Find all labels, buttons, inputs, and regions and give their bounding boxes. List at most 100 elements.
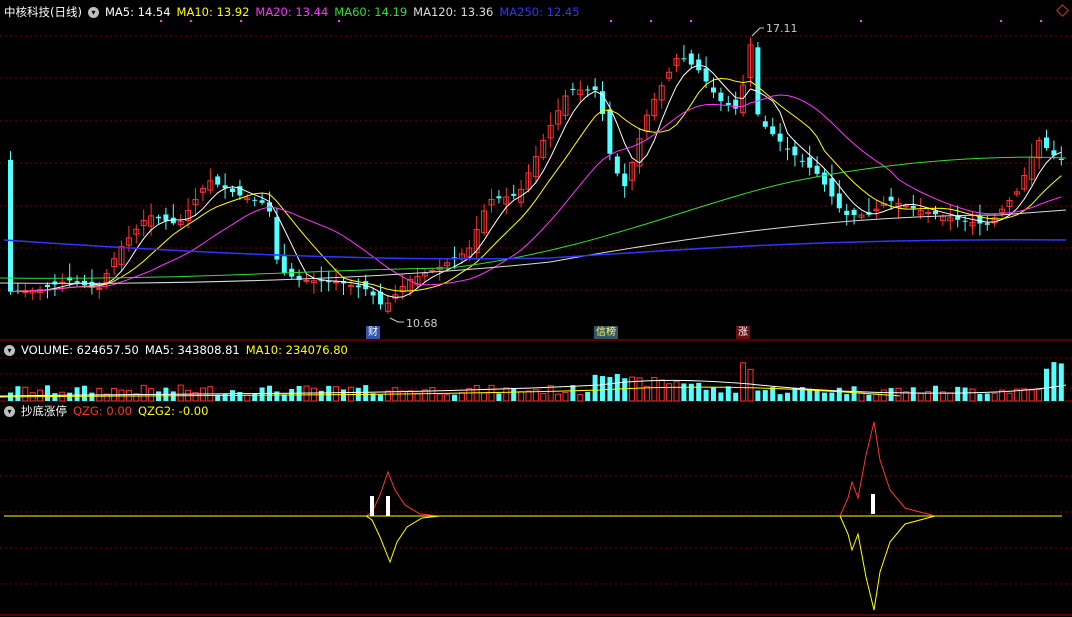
volume-bar	[436, 393, 443, 402]
candle-down	[725, 103, 731, 105]
volume-bar	[711, 387, 716, 401]
qzg-line	[365, 470, 441, 517]
volume-bar	[333, 386, 340, 402]
candle-down	[755, 47, 761, 115]
candle-down	[799, 160, 805, 162]
volume-bar	[466, 388, 473, 402]
volume-bar	[844, 394, 850, 401]
candle-down	[836, 193, 842, 209]
volume-bar	[836, 387, 842, 401]
candle-down	[1044, 137, 1049, 148]
volume-bar	[955, 386, 961, 401]
volume-bar	[969, 388, 976, 402]
ma10-line	[10, 77, 1062, 293]
candle-down	[933, 210, 938, 215]
volume-bar	[511, 387, 517, 401]
volume-bar	[503, 387, 510, 402]
candle-down	[718, 92, 724, 102]
volume-bar	[429, 387, 436, 402]
candle-down	[252, 199, 258, 201]
candle-down	[770, 126, 776, 135]
volume-bar	[807, 389, 813, 401]
volume-bar	[118, 389, 125, 402]
candle-down	[807, 157, 813, 168]
volume-bar	[384, 390, 391, 402]
qzg-line	[839, 421, 936, 517]
volume-bar	[414, 392, 421, 402]
stock-chart-canvas[interactable]	[0, 0, 1072, 617]
volume-bar	[15, 386, 21, 401]
candle-down	[814, 165, 820, 174]
volume-bar	[643, 385, 650, 402]
candle-down	[1058, 158, 1064, 160]
volume-bar	[399, 390, 406, 402]
volume-bar	[866, 394, 872, 401]
volume-bar	[962, 387, 968, 401]
candle-up	[96, 287, 103, 290]
buy-signal-bar	[370, 496, 374, 516]
candle-down	[156, 216, 161, 219]
candle-up	[925, 211, 932, 214]
volume-bar	[814, 390, 820, 401]
candle-down	[614, 156, 620, 174]
signal-dot	[1040, 20, 1042, 22]
candle-down	[607, 109, 613, 154]
volume-bar	[555, 393, 562, 402]
candle-down	[785, 148, 790, 150]
volume-bar	[880, 389, 887, 402]
volume-bar	[577, 393, 584, 402]
volume-bar	[822, 392, 827, 401]
candle-down	[592, 86, 598, 90]
volume-bar	[326, 385, 332, 401]
candle-up	[429, 269, 436, 272]
signal-dot	[338, 20, 340, 22]
volume-bar	[688, 383, 694, 401]
volume-bar	[481, 392, 488, 402]
volume-bar	[1058, 363, 1064, 401]
volume-bar	[540, 393, 547, 402]
candle-down	[281, 256, 287, 273]
signal-dot	[240, 20, 242, 22]
candle-down	[829, 178, 835, 197]
high-marker	[751, 27, 764, 37]
qzg2-line	[365, 515, 441, 564]
candle-down	[585, 89, 591, 91]
volume-bar	[82, 385, 87, 401]
candle-up	[303, 279, 310, 282]
candle-up	[902, 205, 909, 208]
volume-bar	[518, 391, 525, 402]
candle-down	[8, 159, 13, 292]
candle-up	[347, 284, 354, 287]
signal-dot	[1000, 20, 1002, 22]
candle-down	[777, 133, 783, 142]
volume-bar	[407, 390, 414, 402]
signal-dot	[190, 20, 192, 22]
volume-bar	[858, 392, 865, 402]
volume-bar	[725, 386, 731, 401]
low-marker	[389, 317, 404, 323]
signal-dot	[650, 20, 652, 22]
candle-down	[681, 58, 687, 60]
candle-down	[622, 173, 628, 187]
ma20-line	[10, 94, 1062, 293]
buy-signal-bar	[386, 496, 390, 516]
volume-bar	[74, 387, 80, 401]
volume-bar	[681, 383, 687, 401]
volume-bar	[244, 394, 251, 402]
candle-down	[703, 68, 709, 82]
candle-down	[45, 284, 50, 287]
volume-bar	[496, 393, 502, 401]
candle-down	[163, 214, 169, 221]
volume-bar	[673, 381, 680, 402]
candle-down	[355, 285, 361, 288]
volume-bar	[259, 387, 265, 401]
volume-bar	[45, 385, 50, 401]
candle-down	[844, 210, 850, 215]
volume-bar	[696, 382, 702, 401]
candle-down	[74, 281, 80, 283]
candle-down	[511, 193, 517, 196]
volume-bar	[917, 392, 924, 402]
volume-bar	[785, 392, 790, 401]
volume-bar	[22, 386, 29, 402]
candle-down	[259, 200, 265, 203]
